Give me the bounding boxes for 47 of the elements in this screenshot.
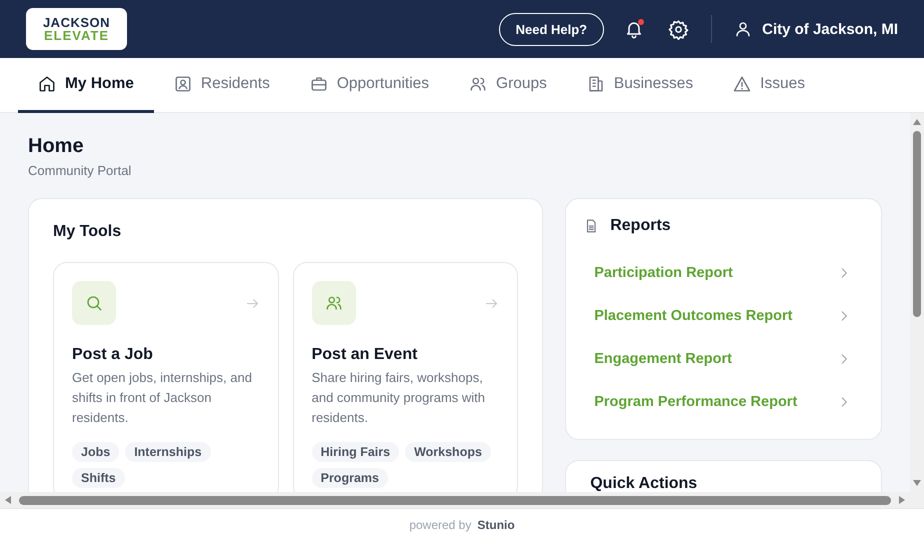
page-title: Home [28,135,85,158]
logo-text: JACKSON [42,16,110,29]
scroll-arrow-icon[interactable] [3,495,13,505]
vertical-scrollbar[interactable] [910,113,924,508]
logo-text: ELEVATE [44,29,110,42]
briefcase-icon [310,75,328,93]
report-link[interactable]: Engagement Report [584,337,851,380]
tag: Workshops [405,442,491,462]
tag: Shifts [72,468,125,488]
tag: Jobs [72,442,120,462]
nav-tab[interactable]: Residents [154,58,290,113]
horizontal-scrollbar[interactable] [0,492,910,508]
report-link[interactable]: Placement Outcomes Report [584,294,851,337]
nav-tab[interactable]: Businesses [566,58,714,113]
nav-tab[interactable]: Issues [713,58,825,113]
account-name[interactable]: City of Jackson, MI [762,20,898,38]
bell-icon[interactable] [624,19,644,39]
tool-description: Share hiring fairs, workshops, and community programs with residents. [312,369,486,427]
building-icon [586,75,605,93]
report-link[interactable]: Program Performance Report [584,380,851,423]
tag: Internships [125,442,211,462]
nav-tab[interactable]: Groups [449,58,567,113]
search-icon [85,294,103,312]
tool-title: Post a Job [72,346,154,364]
warning-icon [733,75,752,93]
footer-brand[interactable]: Stunio [477,518,515,532]
settings-icon [668,18,690,40]
contact-card-icon [174,75,192,93]
footer-text: powered by [409,518,472,532]
home-icon [38,75,56,93]
tag: Programs [312,468,388,488]
card-title: My Tools [53,223,122,241]
help-button[interactable]: Need Help? [498,12,604,46]
user-icon [734,20,752,38]
tool-description: Get open jobs, internships, and shifts in front of Jackson residents. [72,369,253,427]
report-link[interactable]: Participation Report [584,251,851,294]
document-icon [584,219,598,233]
people-icon [324,294,343,312]
card-title: Reports [610,217,671,235]
card-title: Quick Actions [590,475,698,492]
logo[interactable]: JACKSON ELEVATE [26,8,127,50]
tool-title: Post an Event [312,346,418,364]
tag: Hiring Fairs [312,442,400,462]
scroll-arrow-icon[interactable] [912,117,922,127]
page-subtitle: Community Portal [28,163,132,178]
nav-tab[interactable]: Opportunities [290,58,450,113]
people-icon [469,75,488,93]
